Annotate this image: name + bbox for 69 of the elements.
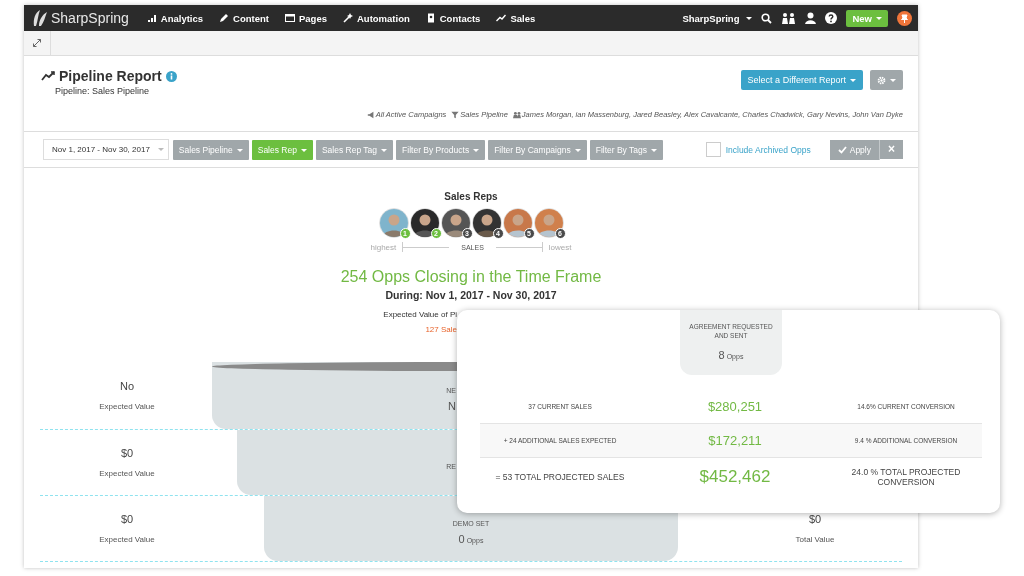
pin-icon[interactable] <box>897 10 912 26</box>
headline: 254 Opps Closing in the Time Frame <box>340 268 602 286</box>
checkbox-label[interactable]: Include Archived Opps <box>725 144 811 155</box>
people-icon[interactable] <box>781 11 797 25</box>
avatar[interactable] <box>409 208 440 238</box>
people-icon <box>512 110 521 119</box>
leaf-logo-icon <box>32 9 48 27</box>
opps-count: N <box>448 400 456 412</box>
expected-value-amount: No <box>119 380 135 392</box>
filter-button[interactable]: Sales Rep Tag <box>315 139 394 160</box>
avatar[interactable] <box>471 208 502 238</box>
conversion-label: 24.0 % TOTAL PROJECTED CONVERSION <box>850 467 962 487</box>
nav-link[interactable]: Sales <box>496 12 536 24</box>
expand-icon[interactable] <box>33 39 41 47</box>
date-range-field[interactable]: Nov 1, 2017 - Nov 30, 2017 <box>43 139 169 160</box>
sales-label: = 53 TOTAL PROJECTED SALES <box>494 472 626 482</box>
avatar[interactable] <box>533 208 564 238</box>
nav-link[interactable]: Pages <box>284 12 327 24</box>
user-icon[interactable] <box>805 12 817 24</box>
page-title: Pipeline Report <box>59 68 162 84</box>
clear-button[interactable]: × <box>880 140 903 159</box>
expected-value-label: Expected Value <box>99 402 155 411</box>
megaphone-icon <box>366 110 375 119</box>
filter-button[interactable]: Sales Pipeline <box>172 139 249 160</box>
sales-amount: $172,211 <box>707 433 763 448</box>
bars-icon <box>146 13 157 23</box>
window-icon <box>284 13 295 23</box>
expected-value-amount: $0 <box>120 447 134 459</box>
trend-icon <box>496 13 507 23</box>
info-icon[interactable] <box>165 70 177 82</box>
expected-value-label: Expected Value <box>99 469 155 478</box>
expected-value-text: Expected Value of Pi <box>383 310 457 319</box>
scale-label: highest <box>370 242 397 252</box>
account-menu[interactable]: SharpSpring <box>682 12 753 24</box>
nav-link[interactable]: Analytics <box>146 12 204 24</box>
expected-value-label: Expected Value <box>99 535 155 544</box>
nav-link[interactable]: Content <box>219 12 269 24</box>
wand-icon <box>342 13 353 23</box>
apply-button[interactable]: Apply <box>829 139 880 160</box>
help-icon[interactable] <box>825 12 838 24</box>
check-icon <box>837 145 847 154</box>
period-text: During: Nov 1, 2017 - Nov 30, 2017 <box>385 289 557 301</box>
gear-icon <box>877 75 886 85</box>
new-button[interactable]: New <box>846 9 888 27</box>
search-icon[interactable] <box>761 12 773 24</box>
pipeline-subtitle: Pipeline: Sales Pipeline <box>55 86 151 96</box>
nav-link[interactable]: Contacts <box>425 12 481 24</box>
expected-value-amount: $0 <box>120 513 134 525</box>
total-value-label: Total Value <box>795 535 835 544</box>
avatar[interactable] <box>440 208 471 238</box>
avatar[interactable] <box>502 208 533 238</box>
filter-button[interactable]: Filter By Products <box>396 139 486 160</box>
logo-text[interactable]: SharpSpring <box>51 10 129 26</box>
sales-note: 127 Sale <box>425 325 457 334</box>
select-report-button[interactable]: Select a Different Report <box>740 70 863 90</box>
filter-button[interactable]: Sales Rep <box>251 139 313 160</box>
filter-button[interactable]: Filter By Campaigns <box>488 139 587 160</box>
sales-amount: $452,462 <box>698 467 772 487</box>
section-title: Sales Reps <box>444 191 498 202</box>
contact-card-icon <box>425 13 436 23</box>
checkbox[interactable] <box>705 142 721 157</box>
trend-chart-icon <box>41 71 55 81</box>
sales-amount: $280,251 <box>706 399 764 414</box>
filter-icon <box>451 110 460 119</box>
nav-link[interactable]: Automation <box>342 12 410 24</box>
total-value-amount: $0 <box>808 513 822 525</box>
scale-label: lowest <box>548 242 572 252</box>
filter-button[interactable]: Filter By Tags <box>589 139 664 160</box>
pencil-icon <box>219 13 230 23</box>
